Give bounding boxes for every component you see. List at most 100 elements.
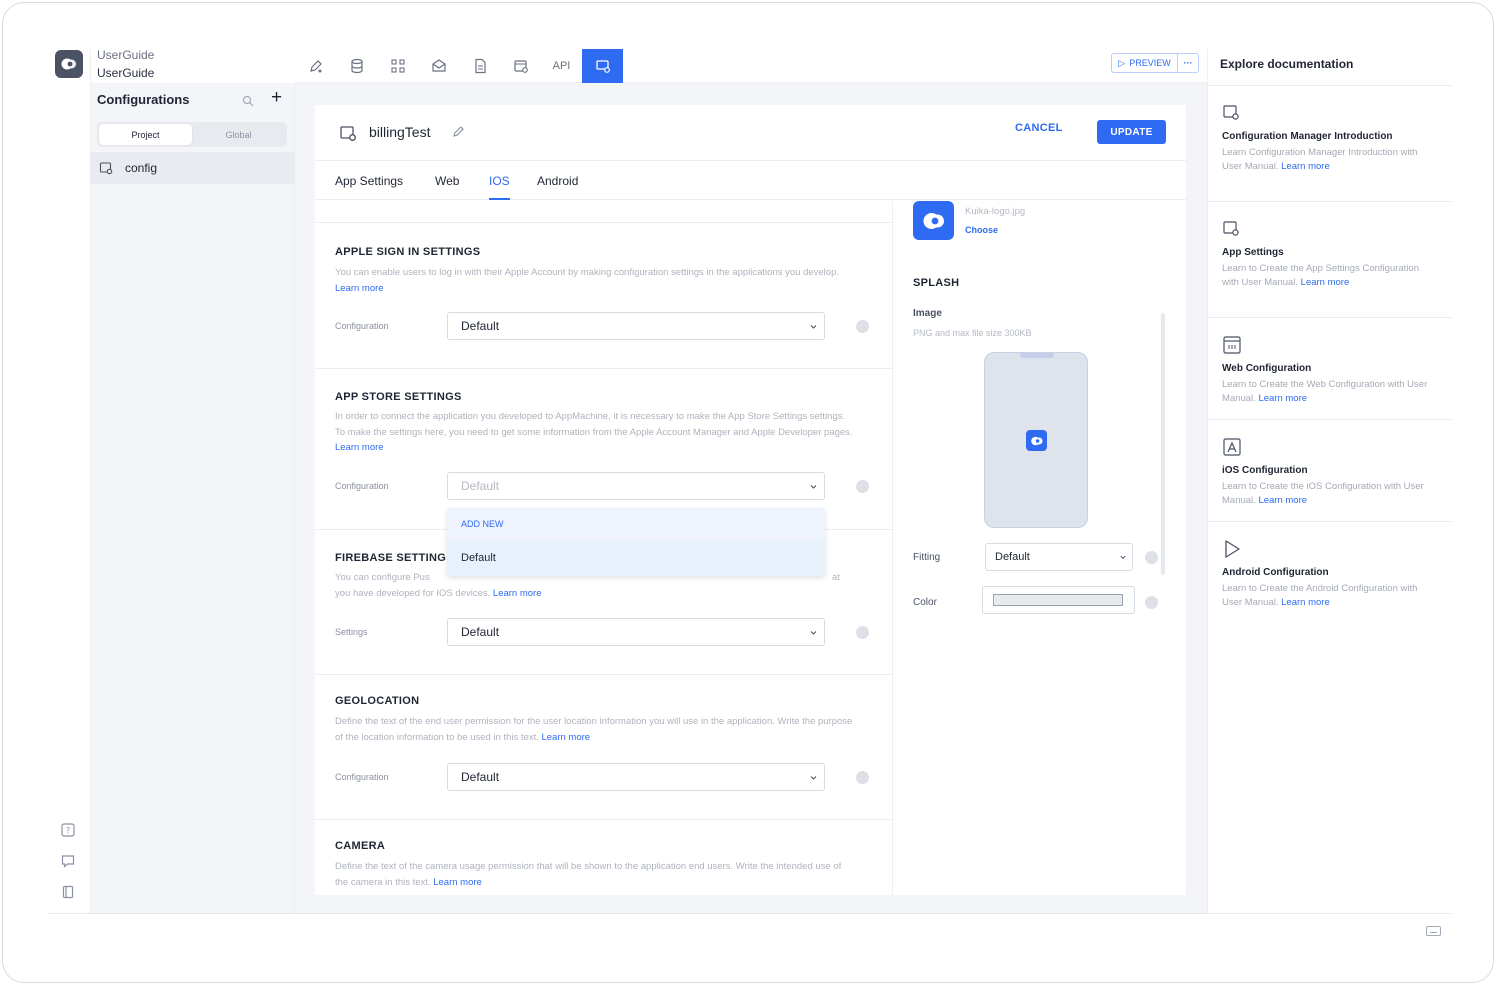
edit-pencil-icon[interactable] bbox=[452, 125, 465, 138]
api-tab[interactable]: API bbox=[541, 49, 582, 83]
project-switcher[interactable]: UserGuide UserGuide bbox=[97, 46, 154, 82]
main-area: billingTest CANCEL UPDATE App Settings W… bbox=[295, 83, 1207, 913]
mail-icon[interactable] bbox=[418, 49, 459, 83]
geolocation-configuration-select[interactable]: Default bbox=[447, 763, 825, 791]
preview-button[interactable]: ▷ PREVIEW bbox=[1112, 54, 1178, 72]
config-file-icon bbox=[99, 161, 113, 175]
learn-more-link[interactable]: Learn more bbox=[433, 877, 482, 888]
info-icon[interactable] bbox=[1145, 596, 1158, 609]
config-file-icon bbox=[339, 124, 357, 142]
info-icon[interactable] bbox=[856, 320, 869, 333]
workflow-icon[interactable] bbox=[377, 49, 418, 83]
description-text: Define the text of the camera usage perm… bbox=[335, 861, 842, 888]
app-window: ? UserGuide UserGuide Configurations + P… bbox=[2, 2, 1494, 983]
calendar-settings-icon[interactable] bbox=[500, 49, 541, 83]
learn-more-link[interactable]: Learn more bbox=[541, 732, 590, 743]
section-title: APP STORE SETTINGS bbox=[335, 391, 462, 403]
search-icon[interactable] bbox=[242, 94, 254, 107]
doc-item[interactable]: Android Configuration Learn to Create th… bbox=[1208, 521, 1452, 631]
app-settings-icon bbox=[1222, 219, 1242, 239]
learn-more-link[interactable]: Learn more bbox=[493, 588, 542, 599]
doc-item[interactable]: iOS Configuration Learn to Create the iO… bbox=[1208, 419, 1452, 521]
info-icon[interactable] bbox=[856, 626, 869, 639]
color-label: Color bbox=[913, 597, 937, 608]
learn-more-link[interactable]: Learn more bbox=[1258, 393, 1307, 404]
document-icon[interactable] bbox=[459, 49, 500, 83]
database-icon[interactable] bbox=[336, 49, 377, 83]
select-value: Default bbox=[995, 551, 1030, 563]
description-text: In order to connect the application you … bbox=[335, 411, 853, 438]
tab-app-settings[interactable]: App Settings bbox=[335, 174, 403, 188]
chat-icon[interactable] bbox=[61, 854, 77, 870]
doc-item[interactable]: Configuration Manager Introduction Learn… bbox=[1208, 85, 1452, 201]
doc-description: Learn to Create the App Settings Configu… bbox=[1222, 262, 1432, 289]
info-icon[interactable] bbox=[856, 480, 869, 493]
update-button[interactable]: UPDATE bbox=[1097, 120, 1166, 144]
documentation-panel: Explore documentation Configuration Mana… bbox=[1207, 49, 1452, 913]
segment-project[interactable]: Project bbox=[99, 124, 192, 145]
add-new-option[interactable]: ADD NEW bbox=[447, 508, 825, 540]
section-divider bbox=[315, 201, 892, 223]
section-title: FIREBASE SETTING bbox=[335, 552, 447, 564]
fitting-select[interactable]: Default bbox=[985, 543, 1133, 571]
learn-more-link[interactable]: Learn more bbox=[335, 283, 384, 294]
svg-text:?: ? bbox=[66, 826, 70, 835]
doc-item[interactable]: App Settings Learn to Create the App Set… bbox=[1208, 201, 1452, 317]
play-icon: ▷ bbox=[1118, 57, 1126, 68]
splash-phone-preview[interactable] bbox=[984, 352, 1088, 528]
geolocation-section: GEOLOCATION Define the text of the end u… bbox=[315, 675, 892, 820]
firebase-settings-select[interactable]: Default bbox=[447, 618, 825, 646]
ios-settings-list[interactable]: APPLE SIGN IN SETTINGS You can enable us… bbox=[315, 201, 893, 895]
segment-global[interactable]: Global bbox=[192, 124, 285, 145]
doc-title: App Settings bbox=[1222, 247, 1284, 258]
apple-sign-in-configuration-select[interactable]: Default bbox=[447, 312, 825, 340]
image-label: Image bbox=[913, 308, 942, 319]
field-label: Configuration bbox=[335, 481, 389, 491]
footer-divider bbox=[49, 913, 1451, 914]
color-picker[interactable] bbox=[982, 586, 1135, 614]
app-logo[interactable] bbox=[55, 50, 83, 78]
help-icon[interactable]: ? bbox=[61, 823, 77, 839]
config-list-item[interactable]: config bbox=[91, 152, 295, 184]
color-swatch bbox=[993, 594, 1123, 606]
web-config-icon bbox=[1222, 335, 1242, 355]
info-icon[interactable] bbox=[1145, 551, 1158, 564]
section-description: You can enable users to log in with thei… bbox=[335, 265, 855, 296]
design-tool-icon[interactable] bbox=[295, 49, 336, 83]
splash-settings-column: Kuika-logo.jpg Choose SPLASH Image PNG a… bbox=[893, 201, 1186, 895]
learn-more-link[interactable]: Learn more bbox=[1281, 597, 1330, 608]
choose-logo-link[interactable]: Choose bbox=[965, 225, 998, 235]
cancel-button[interactable]: CANCEL bbox=[1015, 122, 1063, 134]
active-tab-indicator bbox=[489, 198, 510, 200]
add-configuration-button[interactable]: + bbox=[271, 88, 282, 108]
doc-title: iOS Configuration bbox=[1222, 465, 1308, 476]
doc-item[interactable]: Web Configuration Learn to Create the We… bbox=[1208, 317, 1452, 419]
keyboard-icon[interactable] bbox=[1426, 923, 1441, 936]
logo-file-name: Kuika-logo.jpg bbox=[965, 206, 1026, 217]
more-options-button[interactable]: ··· bbox=[1178, 58, 1198, 68]
chevron-down-icon bbox=[810, 776, 817, 780]
tab-ios[interactable]: IOS bbox=[489, 174, 510, 188]
scrollbar[interactable] bbox=[1161, 313, 1165, 575]
project-name: UserGuide bbox=[97, 66, 155, 80]
app-store-configuration-select[interactable]: Default bbox=[447, 472, 825, 500]
book-icon[interactable] bbox=[61, 885, 77, 901]
description-text: You can configure Pus bbox=[335, 572, 430, 583]
doc-title: Configuration Manager Introduction bbox=[1222, 131, 1393, 142]
default-option[interactable]: Default bbox=[447, 540, 825, 576]
info-icon[interactable] bbox=[856, 771, 869, 784]
ios-config-icon bbox=[1222, 437, 1242, 457]
config-item-label: config bbox=[125, 161, 158, 175]
phone-notch bbox=[1020, 353, 1054, 358]
doc-description: Learn to Create the iOS Configuration wi… bbox=[1222, 480, 1432, 507]
field-label: Configuration bbox=[335, 772, 389, 782]
tab-web[interactable]: Web bbox=[435, 174, 459, 188]
learn-more-link[interactable]: Learn more bbox=[1258, 495, 1307, 506]
learn-more-link[interactable]: Learn more bbox=[1281, 161, 1330, 172]
tab-android[interactable]: Android bbox=[537, 174, 578, 188]
configuration-manager-icon[interactable] bbox=[582, 49, 623, 83]
learn-more-link[interactable]: Learn more bbox=[335, 442, 384, 453]
doc-title: Web Configuration bbox=[1222, 363, 1312, 374]
learn-more-link[interactable]: Learn more bbox=[1301, 277, 1350, 288]
camera-section: CAMERA Define the text of the camera usa… bbox=[315, 820, 892, 895]
